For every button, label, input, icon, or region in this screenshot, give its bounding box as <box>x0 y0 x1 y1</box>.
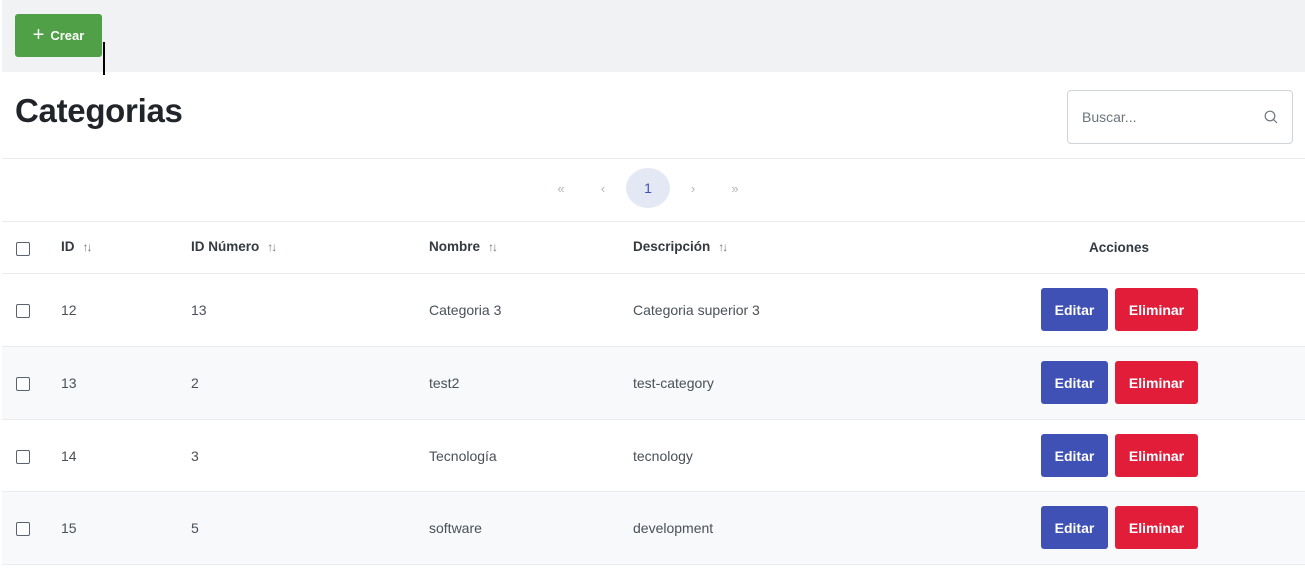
table-row: 15 5 software development Editar Elimina… <box>2 492 1305 564</box>
next-page-button[interactable]: › <box>672 168 714 208</box>
cell-descripcion: test-category <box>633 375 714 391</box>
create-button-label: Crear <box>50 28 85 43</box>
paginator: « ‹ 1 › » <box>540 168 756 208</box>
cell-nombre: software <box>429 520 482 536</box>
delete-button[interactable]: Eliminar <box>1115 288 1198 331</box>
sort-icon[interactable]: ↑↓ <box>488 240 498 254</box>
delete-button[interactable]: Eliminar <box>1115 434 1198 477</box>
cell-id-numero: 5 <box>191 520 199 536</box>
cell-id-numero: 13 <box>191 302 207 318</box>
cell-id: 12 <box>61 302 77 318</box>
column-header-nombre[interactable]: Nombre ↑↓ <box>429 239 498 254</box>
cell-nombre: test2 <box>429 375 460 391</box>
edit-button[interactable]: Editar <box>1041 506 1108 549</box>
text-cursor <box>103 42 105 75</box>
column-label: Nombre <box>429 239 481 254</box>
row-checkbox[interactable] <box>16 304 30 318</box>
toolbar <box>2 0 1305 72</box>
divider <box>2 158 1305 159</box>
search-icon[interactable] <box>1264 110 1278 124</box>
delete-button[interactable]: Eliminar <box>1115 506 1198 549</box>
row-checkbox[interactable] <box>16 450 30 464</box>
column-label: Descripción <box>633 239 711 254</box>
plus-icon: + <box>32 23 45 46</box>
delete-button[interactable]: Eliminar <box>1115 361 1198 404</box>
divider <box>2 564 1305 565</box>
row-checkbox[interactable] <box>16 377 30 391</box>
cell-id-numero: 2 <box>191 375 199 391</box>
column-header-descripcion[interactable]: Descripción ↑↓ <box>633 239 728 254</box>
column-header-id-numero[interactable]: ID Número ↑↓ <box>191 239 277 254</box>
page-title: Categorias <box>15 92 183 129</box>
table-row: 12 13 Categoria 3 Categoria superior 3 E… <box>2 274 1305 346</box>
column-header-acciones: Acciones <box>1089 240 1150 255</box>
edit-button[interactable]: Editar <box>1041 288 1108 331</box>
edit-button[interactable]: Editar <box>1041 434 1108 477</box>
create-button[interactable]: + Crear <box>15 14 102 57</box>
cell-id-numero: 3 <box>191 448 199 464</box>
cell-descripcion: tecnology <box>633 448 693 464</box>
sort-icon[interactable]: ↑↓ <box>718 240 728 254</box>
search-box[interactable] <box>1067 90 1293 144</box>
column-label: ID <box>61 239 75 254</box>
cell-descripcion: development <box>633 520 714 536</box>
last-page-button[interactable]: » <box>714 168 756 208</box>
search-input[interactable] <box>1082 106 1252 128</box>
cell-id: 15 <box>61 520 77 536</box>
cell-id: 14 <box>61 448 77 464</box>
edit-button[interactable]: Editar <box>1041 361 1108 404</box>
table-row: 14 3 Tecnología tecnology Editar Elimina… <box>2 420 1305 491</box>
row-checkbox[interactable] <box>16 522 30 536</box>
select-all-checkbox[interactable] <box>16 242 30 256</box>
cell-id: 13 <box>61 375 77 391</box>
table-header: ID ↑↓ ID Número ↑↓ Nombre ↑↓ Descripción ↑↓ … <box>2 222 1305 273</box>
column-label: ID Número <box>191 239 260 254</box>
page-button[interactable]: 1 <box>626 168 670 208</box>
first-page-button[interactable]: « <box>540 168 582 208</box>
sort-icon[interactable]: ↑↓ <box>267 240 277 254</box>
cell-nombre: Tecnología <box>429 448 497 464</box>
prev-page-button[interactable]: ‹ <box>582 168 624 208</box>
cell-nombre: Categoria 3 <box>429 302 502 318</box>
sort-icon[interactable]: ↑↓ <box>83 240 93 254</box>
table-row: 13 2 test2 test-category Editar Eliminar <box>2 347 1305 419</box>
cell-descripcion: Categoria superior 3 <box>633 302 760 318</box>
column-header-id[interactable]: ID ↑↓ <box>61 239 93 254</box>
